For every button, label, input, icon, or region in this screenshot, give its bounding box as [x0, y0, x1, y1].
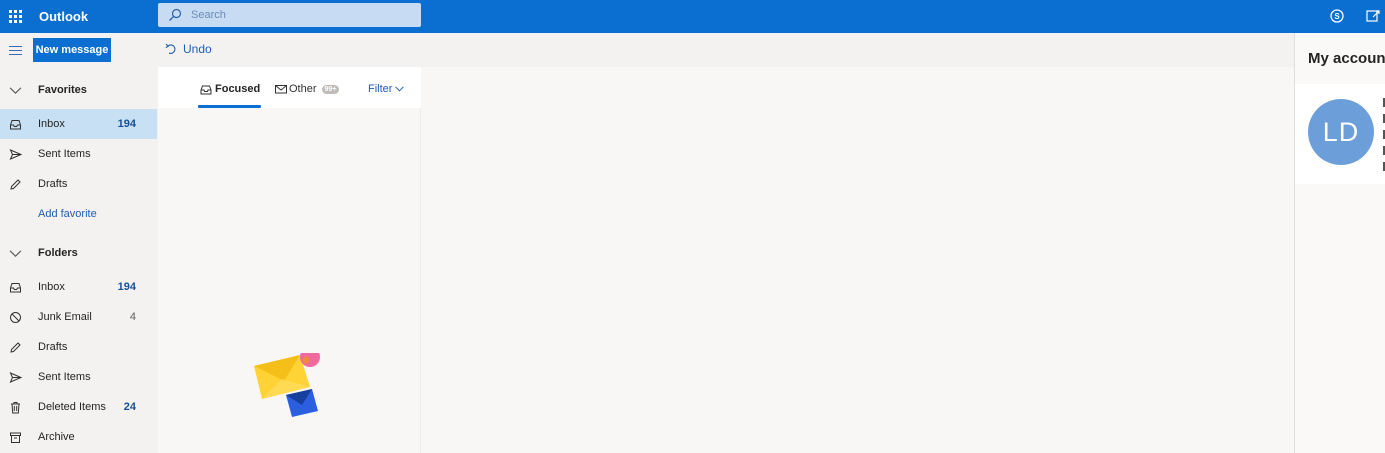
command-bar: New message Undo: [0, 33, 1294, 67]
favorite-item-drafts[interactable]: Drafts: [0, 169, 157, 199]
inbox-icon: [10, 119, 21, 129]
folder-item-label: Inbox: [38, 281, 65, 293]
unread-count: 194: [117, 281, 136, 293]
folder-item-inbox[interactable]: Inbox 194: [0, 272, 157, 302]
waffle-icon: [8, 10, 22, 23]
archive-icon: [10, 432, 21, 443]
app-launcher-button[interactable]: [0, 0, 30, 33]
send-icon: [9, 371, 22, 383]
message-list-pane: Focused Other 99+ Filter: [158, 67, 421, 453]
tab-other-label: Other: [289, 83, 317, 95]
search-icon: [169, 8, 182, 21]
tab-other[interactable]: Other 99+: [275, 83, 340, 95]
folder-item-label: Junk Email: [38, 311, 92, 323]
focused-inbox-icon: [200, 85, 212, 94]
svg-text:S: S: [1334, 12, 1340, 21]
undo-button[interactable]: Undo: [165, 42, 212, 56]
folder-item-label: Archive: [38, 431, 75, 443]
new-message-button[interactable]: New message: [33, 38, 111, 62]
search-input[interactable]: Search: [191, 9, 226, 21]
account-panel-title: My account: [1308, 50, 1385, 67]
folder-item-sent-items[interactable]: Sent Items: [0, 362, 157, 392]
favorites-label: Favorites: [38, 84, 87, 96]
trash-icon: [11, 401, 20, 413]
chevron-down-icon: [9, 86, 22, 94]
favorite-item-sent-items[interactable]: Sent Items: [0, 139, 157, 169]
filter-label: Filter: [368, 83, 393, 95]
pencil-icon: [10, 341, 21, 353]
folders-header[interactable]: Folders: [0, 238, 157, 268]
folder-item-deleted-items[interactable]: Deleted Items 24: [0, 392, 157, 422]
account-card: LD: [1295, 84, 1385, 184]
favorite-item-inbox[interactable]: Inbox 194: [0, 109, 157, 139]
send-icon: [9, 148, 22, 160]
folder-item-drafts[interactable]: Drafts: [0, 332, 157, 362]
reading-pane: [421, 67, 1294, 453]
message-list-header: Focused Other 99+ Filter: [158, 67, 421, 108]
feedback-icon[interactable]: [1365, 8, 1381, 24]
unread-count: 194: [117, 118, 136, 130]
folder-item-archive[interactable]: Archive: [0, 422, 157, 452]
favorite-item-label: Inbox: [38, 118, 65, 130]
favorite-item-label: Sent Items: [38, 148, 91, 160]
add-favorite-link[interactable]: Add favorite: [0, 199, 157, 229]
undo-icon: [165, 43, 176, 54]
folder-item-label: Sent Items: [38, 371, 91, 383]
avatar[interactable]: LD: [1308, 99, 1374, 165]
inbox-icon: [10, 282, 21, 292]
filter-dropdown[interactable]: Filter: [368, 83, 405, 95]
tab-focused-label: Focused: [215, 83, 261, 95]
folder-pane: Favorites Inbox 194 Sent Items Drafts Ad…: [0, 67, 158, 453]
hamburger-menu-icon[interactable]: [9, 46, 22, 55]
folder-item-label: Deleted Items: [38, 401, 106, 413]
favorites-header[interactable]: Favorites: [0, 75, 157, 105]
add-favorite-label: Add favorite: [38, 208, 97, 220]
tab-focused[interactable]: Focused: [197, 83, 262, 108]
skype-icon[interactable]: S: [1329, 8, 1345, 24]
unread-count: 4: [129, 311, 136, 323]
pencil-icon: [10, 178, 21, 190]
search-box[interactable]: Search: [158, 3, 421, 27]
undo-label: Undo: [183, 42, 212, 56]
empty-inbox-illustration: [254, 353, 320, 417]
block-icon: [10, 311, 21, 323]
my-account-panel: My account LD: [1294, 33, 1385, 453]
folder-item-label: Drafts: [38, 341, 68, 353]
favorite-item-label: Drafts: [38, 178, 68, 190]
folder-item-junk-email[interactable]: Junk Email 4: [0, 302, 157, 332]
unread-count: 24: [123, 401, 136, 413]
app-title[interactable]: Outlook: [39, 9, 158, 24]
unread-badge: 99+: [321, 84, 340, 94]
folders-label: Folders: [38, 247, 78, 259]
mail-icon: [275, 85, 287, 94]
chevron-down-icon: [9, 249, 22, 257]
chevron-down-icon: [395, 86, 405, 92]
